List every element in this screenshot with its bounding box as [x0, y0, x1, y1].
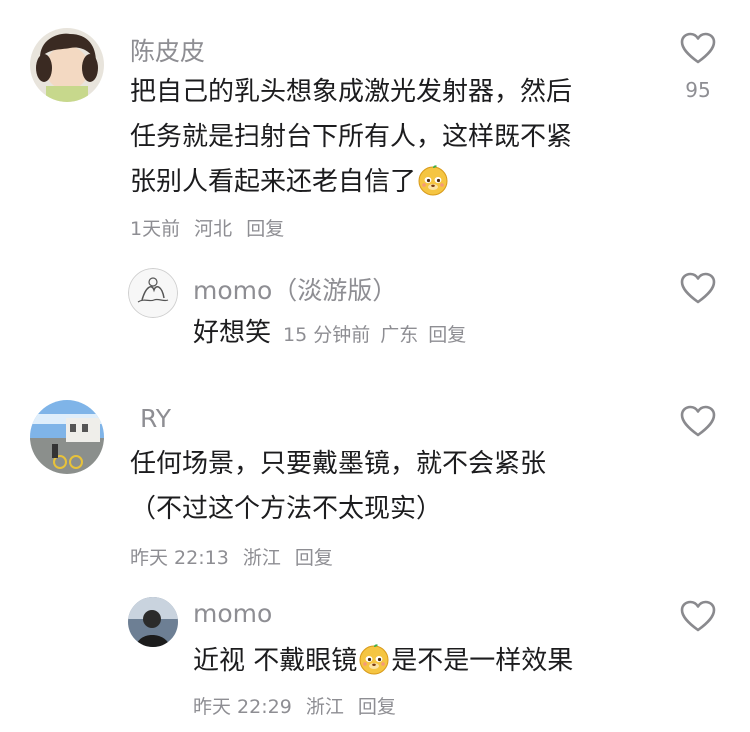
comment-line: 任务就是扫射台下所有人，这样既不紧: [130, 122, 573, 152]
reply-meta: 昨天 22:29 浙江 回复: [193, 692, 396, 719]
reply-time: 昨天 22:29: [193, 696, 292, 718]
doge-emoji: [417, 164, 449, 196]
avatar[interactable]: [128, 268, 178, 318]
comment-line: 把自己的乳头想象成激光发射器，然后: [130, 77, 573, 107]
reply-button[interactable]: 回复: [246, 218, 284, 240]
comment-username[interactable]: 陈皮皮: [130, 32, 205, 68]
comment-meta: 昨天 22:13 浙江 回复: [130, 543, 333, 570]
comment-meta: 1天前 河北 回复: [130, 214, 284, 241]
heart-outline-icon[interactable]: [679, 599, 717, 633]
doge-emoji: [358, 643, 390, 675]
comment-line: 张别人看起来还老自信了: [130, 160, 650, 205]
like-count: 95: [685, 78, 711, 102]
reply-username[interactable]: momo（淡游版）: [193, 271, 397, 307]
reply-button[interactable]: 回复: [428, 320, 466, 347]
comment-time: 1天前: [130, 218, 181, 240]
avatar[interactable]: [30, 28, 104, 102]
reply-button[interactable]: 回复: [295, 547, 333, 569]
reply-text: 好想笑: [193, 318, 272, 348]
reply-location: 浙江: [305, 696, 344, 718]
comment-line: （不过这个方法不太现实）: [130, 494, 443, 524]
heart-outline-icon[interactable]: [679, 404, 717, 438]
reply-username[interactable]: momo: [193, 599, 272, 628]
avatar[interactable]: [128, 597, 178, 647]
heart-outline-icon[interactable]: [679, 31, 717, 65]
comment-line: 任何场景，只要戴墨镜，就不会紧张: [130, 449, 547, 479]
comment-text: 把自己的乳头想象成激光发射器，然后 任务就是扫射台下所有人，这样既不紧 张别人看…: [130, 70, 650, 205]
comment-time: 昨天 22:13: [130, 547, 229, 569]
reply-button[interactable]: 回复: [358, 696, 396, 718]
reply-location: 广东: [380, 324, 419, 346]
comment-text: 任何场景，只要戴墨镜，就不会紧张 （不过这个方法不太现实）: [130, 442, 650, 532]
avatar[interactable]: [30, 400, 104, 474]
reply-text: 是不是一样效果: [391, 646, 574, 676]
comment-location: 浙江: [242, 547, 281, 569]
comment-line-text: 张别人看起来还老自信了: [130, 167, 417, 197]
reply-time: 15 分钟前: [283, 324, 371, 346]
heart-outline-icon[interactable]: [679, 271, 717, 305]
reply-text: 近视 不戴眼镜: [193, 646, 358, 676]
comment-location: 河北: [194, 218, 233, 240]
comment-username[interactable]: RY: [140, 404, 171, 433]
reply-content: 近视 不戴眼镜 是不是一样效果: [193, 640, 573, 677]
reply-content: 好想笑 15 分钟前 广东 回复: [193, 312, 466, 349]
